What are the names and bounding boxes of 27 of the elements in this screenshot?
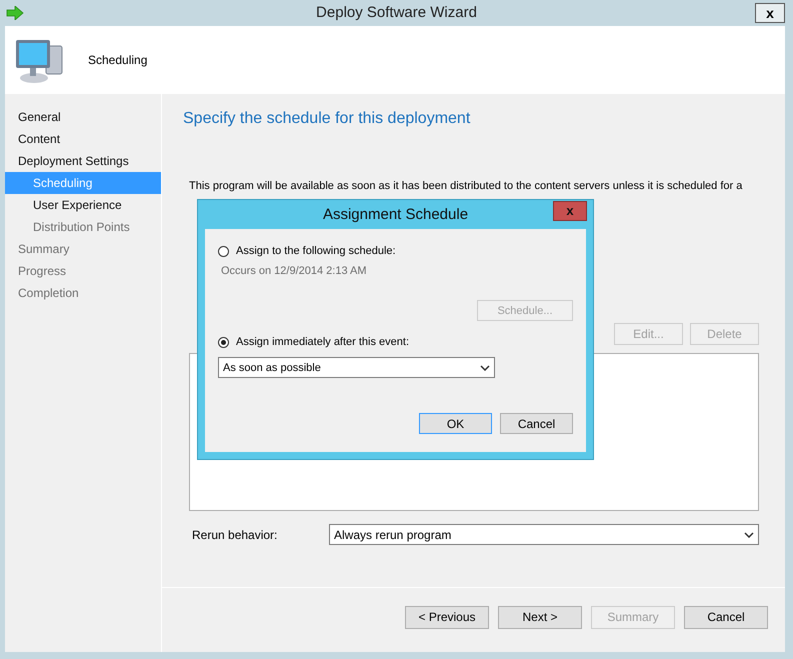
sidebar-item[interactable]: Content <box>5 128 161 150</box>
sidebar-item[interactable]: General <box>5 106 161 128</box>
wizard-button[interactable]: Cancel <box>684 606 768 628</box>
description-text: This program will be available as soon as it has been distributed to the content servers unless it is scheduled for a <box>189 180 744 193</box>
arrow-icon <box>6 6 24 20</box>
radio-option[interactable]: Assign to the following schedule: <box>218 243 573 259</box>
wizard-button[interactable]: Next > <box>498 606 582 628</box>
close-button[interactable]: x <box>553 200 587 220</box>
dialog-button[interactable]: Cancel <box>500 413 573 434</box>
chevron-down-icon <box>480 364 490 370</box>
event-dropdown[interactable]: As soon as possible <box>218 357 495 378</box>
schedule-text: Occurs on 12/9/2014 2:13 AM <box>220 265 368 277</box>
page-title: Scheduling <box>88 53 148 67</box>
rerun-label: Rerun behavior: <box>191 528 278 542</box>
dialog-title: Assignment Schedule <box>322 206 468 223</box>
sidebar-item[interactable]: Deployment Settings <box>5 150 161 172</box>
window-title: Deploy Software Wizard <box>316 4 477 21</box>
close-button[interactable]: x <box>755 3 785 23</box>
radio-option[interactable]: Assign immediately after this event: <box>218 334 573 350</box>
rerun-dropdown[interactable]: Always rerun program <box>329 524 759 545</box>
page-heading: Specify the schedule for this deployment <box>183 110 472 128</box>
dialog-button[interactable]: OK <box>419 413 492 434</box>
radio-button[interactable] <box>218 246 229 256</box>
chevron-down-icon <box>744 532 754 538</box>
radio-button[interactable] <box>218 336 229 348</box>
wizard-button[interactable]: < Previous <box>405 606 489 628</box>
sidebar-item[interactable]: User Experience <box>5 194 161 216</box>
